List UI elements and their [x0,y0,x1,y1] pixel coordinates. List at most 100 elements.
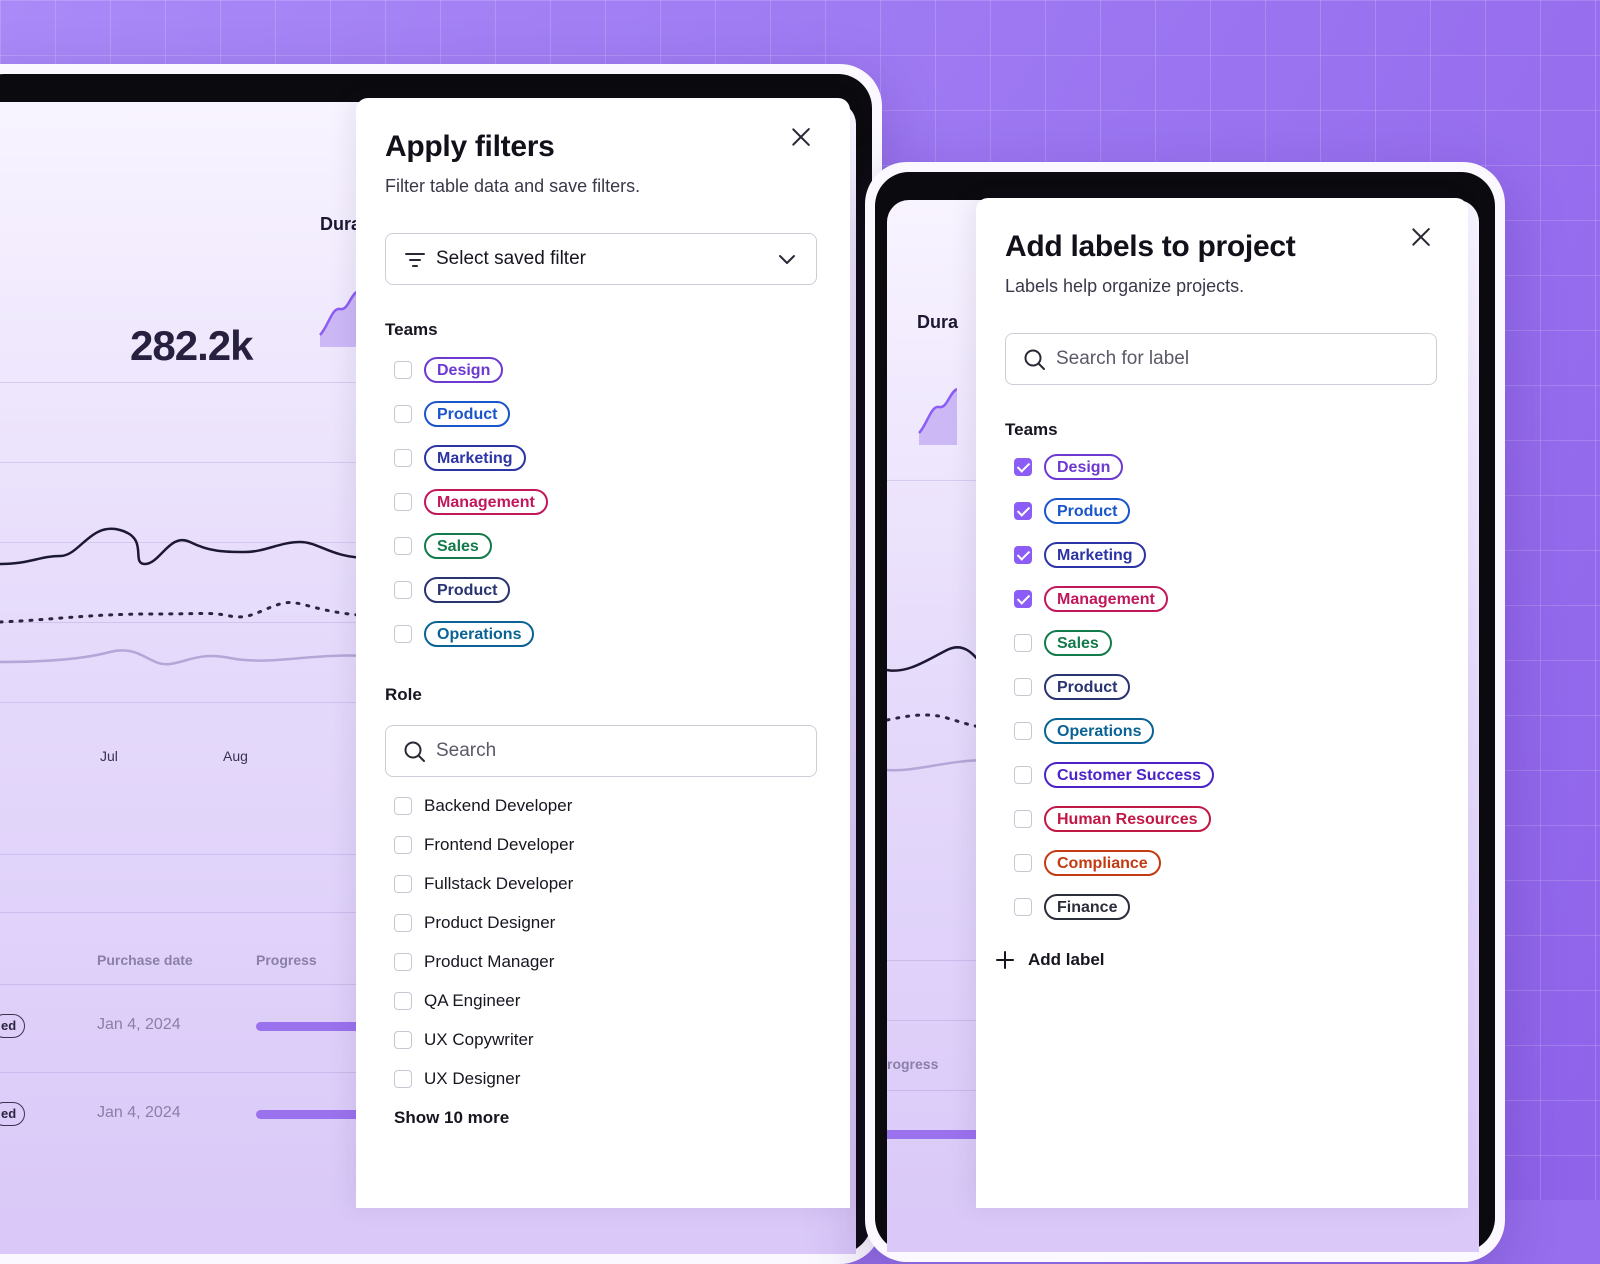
role-label: QA Engineer [424,991,521,1010]
role-option-row[interactable]: Fullstack Developer [394,870,573,898]
team-checkbox[interactable] [1014,678,1032,696]
filter-lines-icon [405,253,425,267]
team-label-pill: Sales [1044,630,1112,656]
team-option-row[interactable]: Sales [394,532,492,560]
team-option-row[interactable]: Operations [394,620,535,648]
axis-label: Aug [223,748,248,764]
team-option-row[interactable]: Design [1014,453,1124,481]
divider [887,480,987,481]
modal-subtitle: Filter table data and save filters. [385,176,641,196]
team-checkbox[interactable] [394,493,412,511]
team-checkbox[interactable] [1014,766,1032,784]
team-checkbox[interactable] [394,581,412,599]
close-icon[interactable] [1408,224,1434,250]
role-option-row[interactable]: Product Designer [394,909,555,937]
team-label-pill: Management [424,489,548,515]
purchase-date: Jan 4, 2024 [97,1104,181,1121]
role-checkbox[interactable] [394,914,412,932]
add-labels-modal: Add labels to project Labels help organi… [976,198,1468,1208]
team-option-row[interactable]: Compliance [1014,849,1161,877]
label-search-input[interactable]: Search for label [1005,333,1437,385]
role-checkbox[interactable] [394,953,412,971]
sparkline [319,289,358,347]
team-checkbox[interactable] [1014,590,1032,608]
team-option-row[interactable]: Human Resources [1014,805,1211,833]
saved-filter-select[interactable]: Select saved filter [385,233,817,285]
role-option-row[interactable]: Backend Developer [394,792,572,820]
status-badge: ed [0,1014,26,1038]
team-option-row[interactable]: Customer Success [1014,761,1215,789]
plus-icon [996,951,1014,969]
show-more-link[interactable]: Show 10 more [394,1108,509,1128]
team-label-pill: Operations [1044,718,1155,744]
add-label-button[interactable]: Add label [996,950,1105,970]
role-option-row[interactable]: UX Copywriter [394,1026,534,1054]
team-checkbox[interactable] [1014,722,1032,740]
divider [887,1020,987,1021]
team-label-pill: Product [424,401,511,427]
team-checkbox[interactable] [1014,458,1032,476]
team-label-pill: Human Resources [1044,806,1211,832]
close-icon[interactable] [788,124,814,150]
team-option-row[interactable]: Operations [1014,717,1155,745]
team-option-row[interactable]: Marketing [1014,541,1146,569]
column-header-progress: rogress [887,1056,939,1072]
team-option-row[interactable]: Finance [1014,893,1131,921]
status-badge: ed [0,1102,26,1126]
team-option-row[interactable]: Marketing [394,444,526,472]
role-checkbox[interactable] [394,797,412,815]
team-checkbox[interactable] [394,625,412,643]
team-label-pill: Finance [1044,894,1131,920]
role-search-input[interactable]: Search [385,725,817,777]
line-chart [0,527,370,666]
team-checkbox[interactable] [1014,854,1032,872]
divider [887,960,987,961]
role-option-row[interactable]: Frontend Developer [394,831,574,859]
role-label: UX Copywriter [424,1030,534,1049]
team-option-row[interactable]: Product [1014,673,1131,701]
role-checkbox[interactable] [394,992,412,1010]
gridline [0,702,370,703]
team-checkbox[interactable] [394,449,412,467]
team-checkbox[interactable] [394,405,412,423]
team-checkbox[interactable] [1014,898,1032,916]
line-chart [887,646,987,772]
team-checkbox[interactable] [1014,502,1032,520]
divider [0,984,370,985]
role-label: Frontend Developer [424,835,575,854]
role-checkbox[interactable] [394,836,412,854]
team-option-row[interactable]: Design [394,356,504,384]
team-option-row[interactable]: Management [1014,585,1168,613]
team-option-row[interactable]: Product [394,400,511,428]
role-checkbox[interactable] [394,1031,412,1049]
divider [0,382,370,383]
role-option-row[interactable]: QA Engineer [394,987,520,1015]
teams-heading: Teams [1005,420,1058,439]
metric-label: Dura [917,312,959,332]
role-checkbox[interactable] [394,1070,412,1088]
team-checkbox[interactable] [394,361,412,379]
team-label-pill: Product [424,577,511,603]
team-checkbox[interactable] [394,537,412,555]
sparkline [918,387,957,445]
role-checkbox[interactable] [394,875,412,893]
team-option-row[interactable]: Product [1014,497,1131,525]
role-option-row[interactable]: Product Manager [394,948,554,976]
column-header-purchase-date: Purchase date [97,952,193,968]
apply-filters-modal: Apply filters Filter table data and save… [356,98,850,1208]
role-option-row[interactable]: UX Designer [394,1065,520,1093]
team-checkbox[interactable] [1014,634,1032,652]
team-label-pill: Design [1044,454,1124,480]
team-label-pill: Product [1044,674,1131,700]
divider [0,854,370,855]
team-label-pill: Sales [424,533,492,559]
team-option-row[interactable]: Product [394,576,511,604]
purchase-date: Jan 4, 2024 [97,1016,181,1033]
team-checkbox[interactable] [1014,546,1032,564]
team-label-pill: Compliance [1044,850,1161,876]
team-checkbox[interactable] [1014,810,1032,828]
team-label-pill: Product [1044,498,1131,524]
team-option-row[interactable]: Sales [1014,629,1112,657]
saved-filter-value: Select saved filter [436,248,586,269]
team-option-row[interactable]: Management [394,488,548,516]
